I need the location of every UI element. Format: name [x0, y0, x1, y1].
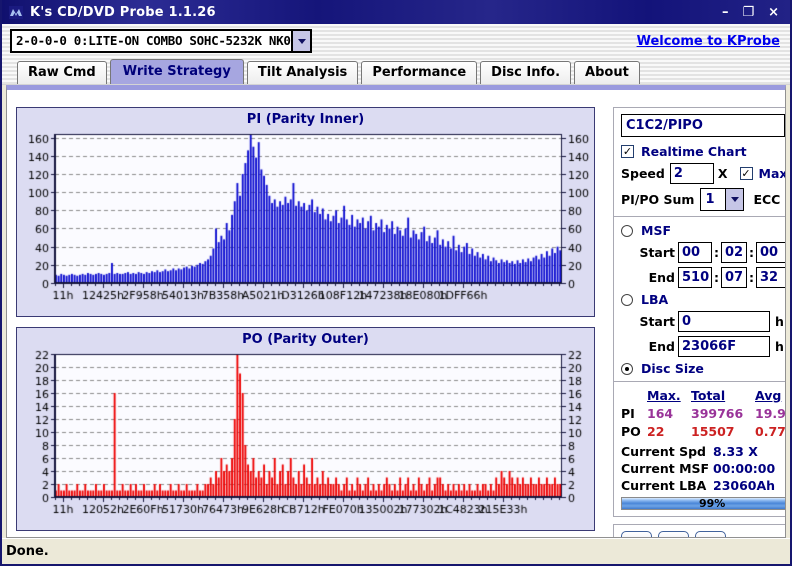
msf-end-min-input[interactable] [678, 267, 712, 288]
progress-text: 99% [698, 497, 726, 510]
lba-start-label: Start [639, 314, 675, 329]
speed-label: Speed [621, 166, 665, 181]
pi-max-value: 164 [647, 406, 674, 421]
actions-group: Stop Start [613, 524, 785, 537]
pipo-sum-label: PI/PO Sum [621, 192, 695, 207]
drive-select[interactable]: 2-0-0-0 0:LITE-ON COMBO SOHC-5232K NK07 [10, 29, 312, 53]
status-bar: Done. [2, 538, 790, 564]
chevron-down-icon [297, 38, 306, 44]
close-button[interactable]: × [768, 6, 779, 19]
pi-avg-value: 19.998 [755, 406, 786, 421]
ecc-label: ECC [753, 192, 781, 207]
lba-start-input[interactable] [678, 311, 770, 332]
speed-input[interactable] [669, 163, 714, 184]
save-button[interactable] [658, 531, 689, 537]
lba-radio[interactable] [621, 293, 633, 306]
pi-total-value: 399766 [691, 406, 744, 421]
lba-end-input[interactable] [678, 336, 770, 357]
export-image-button[interactable] [695, 531, 726, 537]
current-spd-value: 8.33 X [713, 444, 758, 459]
stats-header-avg: Avg [755, 388, 782, 403]
msf-label: MSF [641, 223, 671, 238]
pipo-sum-value: 1 [705, 192, 715, 207]
chevron-down-icon [730, 197, 739, 202]
pi-chart-panel: PI (Parity Inner) [16, 107, 595, 317]
max-checkbox[interactable]: ✓ [739, 167, 753, 180]
colon-separator: : [749, 270, 754, 285]
msf-end-label: End [648, 270, 675, 285]
divider [614, 216, 785, 218]
window-title: K's CD/DVD Probe 1.1.26 [30, 4, 216, 20]
current-lba-value: 23060Ah [713, 478, 776, 493]
msf-radio[interactable] [621, 224, 633, 237]
max-label: Max [758, 166, 786, 181]
pipo-sum-dropdown-button[interactable] [725, 189, 744, 210]
msf-end-frame-input[interactable] [756, 267, 785, 288]
po-max-value: 22 [647, 424, 665, 439]
control-panel: C1C2/PIPO ✓ Realtime Chart Speed X ✓ Ma [604, 90, 786, 537]
msf-end-sec-input[interactable] [721, 267, 747, 288]
colon-separator: : [749, 245, 754, 260]
mode-select-dropdown-button[interactable] [784, 115, 785, 136]
progress-bar: 99% [621, 497, 785, 510]
stats-row-po-label: PO [621, 424, 641, 439]
app-window: K's CD/DVD Probe 1.1.26 – ❐ × 2-0-0-0 0:… [0, 0, 792, 566]
po-chart-panel: PO (Parity Outer) [16, 327, 595, 531]
colon-separator: : [714, 270, 719, 285]
pi-chart-title: PI (Parity Inner) [246, 112, 365, 127]
settings-group: C1C2/PIPO ✓ Realtime Chart Speed X ✓ Ma [613, 107, 786, 517]
app-icon [9, 5, 23, 19]
mode-select-value: C1C2/PIPO [626, 118, 703, 133]
tab-raw-cmd[interactable]: Raw Cmd [17, 61, 107, 84]
current-msf-value: 00:00:00 [713, 461, 776, 476]
current-spd-label: Current Spd [621, 444, 707, 459]
stats-header-total: Total [691, 388, 726, 403]
print-button[interactable] [621, 531, 652, 537]
lba-label: LBA [641, 292, 669, 307]
tab-tilt-analysis[interactable]: Tilt Analysis [246, 61, 359, 84]
minimize-button[interactable]: – [722, 6, 729, 19]
msf-start-frame-input[interactable] [756, 242, 785, 263]
status-text: Done. [6, 544, 49, 559]
msf-start-min-input[interactable] [678, 242, 712, 263]
tab-page-write-strategy: PI (Parity Inner) PO (Parity Outer) C1C2… [6, 85, 786, 538]
welcome-link[interactable]: Welcome to KProbe [637, 34, 780, 49]
po-avg-value: 0.776 [755, 424, 786, 439]
disc-size-radio[interactable] [621, 362, 633, 375]
pi-chart-canvas [18, 129, 593, 313]
tab-write-strategy[interactable]: Write Strategy [109, 59, 244, 84]
lba-end-unit: h [775, 339, 784, 354]
charts-column: PI (Parity Inner) PO (Parity Outer) [7, 90, 604, 537]
realtime-chart-checkbox[interactable]: ✓ [621, 145, 634, 158]
drive-select-value: 2-0-0-0 0:LITE-ON COMBO SOHC-5232K NK07 [16, 33, 291, 48]
drive-select-dropdown-button[interactable] [291, 31, 310, 51]
pipo-sum-select[interactable]: 1 [700, 188, 745, 211]
stats-table: Max. Total Avg PI 164 399766 19.998 PO 2… [621, 388, 786, 439]
stats-header-max: Max. [647, 388, 681, 403]
lba-start-unit: h [775, 314, 784, 329]
current-lba-label: Current LBA [621, 478, 707, 493]
tab-about[interactable]: About [574, 61, 640, 84]
mode-select[interactable]: C1C2/PIPO [621, 114, 785, 137]
tab-bar: Raw Cmd Write Strategy Tilt Analysis Per… [2, 58, 790, 84]
colon-separator: : [714, 245, 719, 260]
po-chart-canvas [18, 349, 593, 527]
lba-end-label: End [648, 339, 675, 354]
maximize-button[interactable]: ❐ [742, 6, 754, 19]
title-bar: K's CD/DVD Probe 1.1.26 – ❐ × [2, 0, 790, 24]
realtime-chart-label: Realtime Chart [641, 144, 747, 159]
tab-performance[interactable]: Performance [361, 61, 478, 84]
disc-size-label: Disc Size [641, 361, 704, 376]
msf-start-sec-input[interactable] [721, 242, 747, 263]
po-chart-title: PO (Parity Outer) [242, 332, 369, 347]
toolbar-area: 2-0-0-0 0:LITE-ON COMBO SOHC-5232K NK07 … [2, 24, 790, 85]
tab-disc-info[interactable]: Disc Info. [480, 61, 572, 84]
current-msf-label: Current MSF [621, 461, 710, 476]
po-total-value: 15507 [691, 424, 735, 439]
stats-row-pi-label: PI [621, 406, 635, 421]
divider [614, 381, 785, 383]
msf-start-label: Start [639, 245, 675, 260]
speed-unit-label: X [717, 166, 728, 181]
